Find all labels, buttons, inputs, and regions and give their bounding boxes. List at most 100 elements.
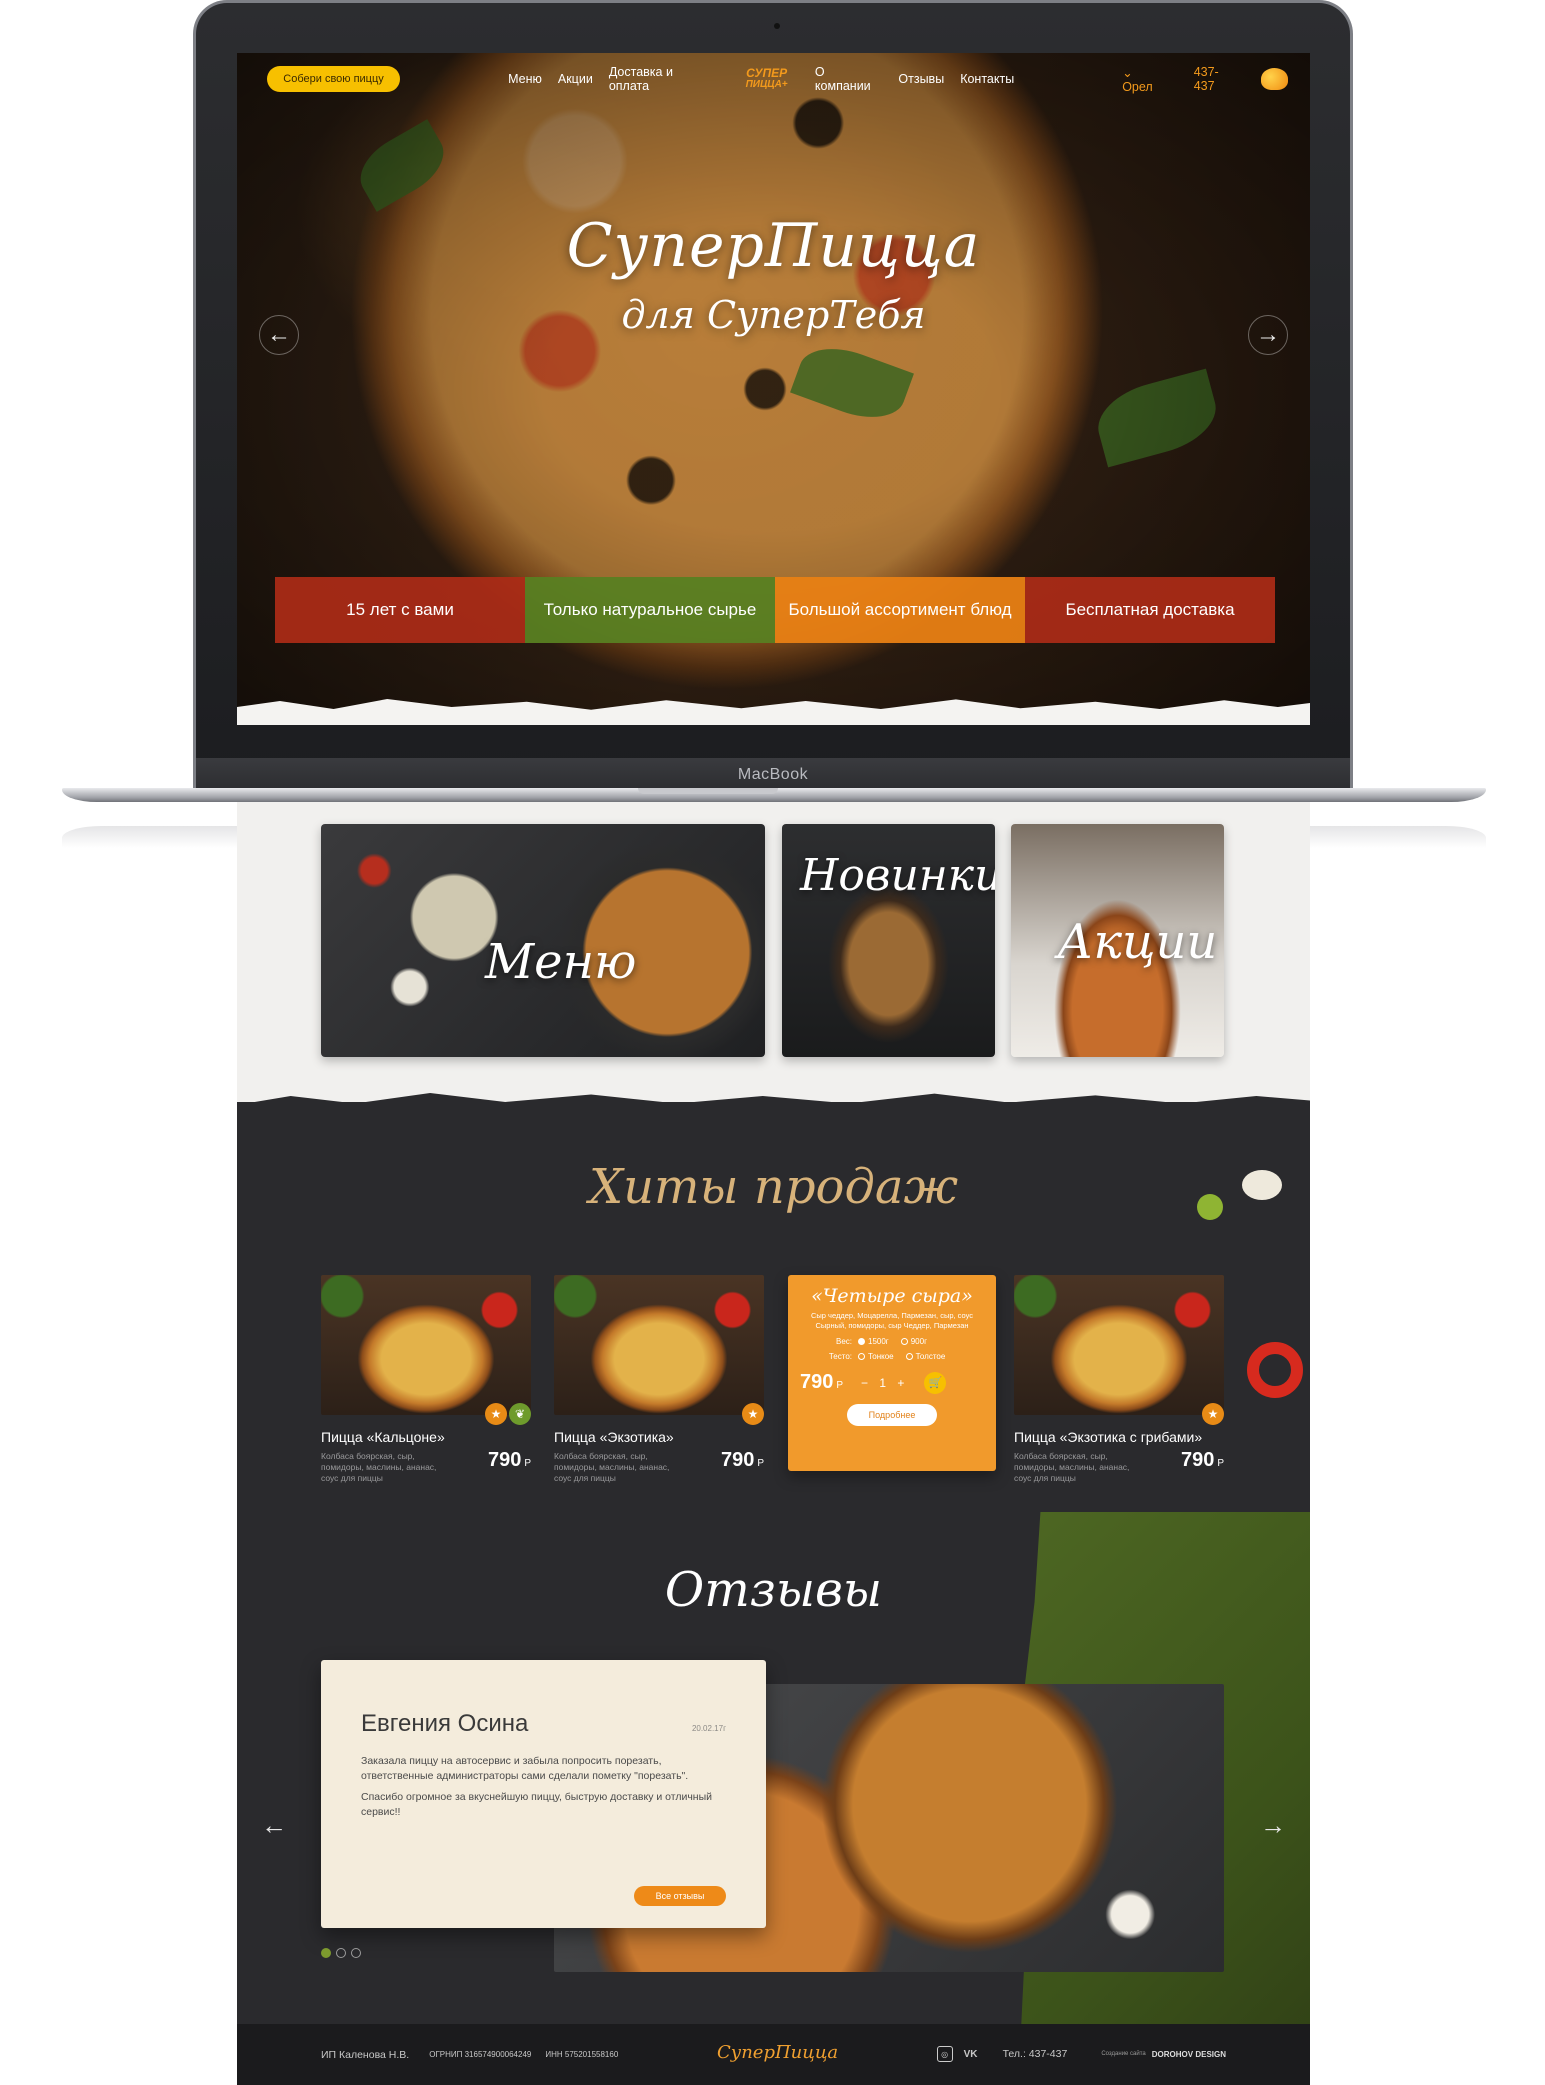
- price-currency: Р: [1217, 1458, 1224, 1469]
- arrow-left-icon[interactable]: ←: [259, 315, 299, 355]
- review-date: 20.02.17г: [691, 1724, 726, 1733]
- product-name[interactable]: Пицца «Кальцоне»: [321, 1429, 531, 1445]
- star-icon: ★: [485, 1403, 507, 1425]
- dough-option-label: Тонкое: [868, 1352, 894, 1361]
- product-image[interactable]: [1014, 1275, 1224, 1415]
- footer-company: ИП Каленова Н.В.: [321, 2048, 410, 2061]
- price-value: 790: [487, 1449, 522, 1471]
- product-card[interactable]: ★ Пицца «Экзотика с грибами» Колбаса боя…: [1014, 1275, 1224, 1484]
- pagination-dot[interactable]: [321, 1948, 331, 1958]
- star-icon: ★: [1202, 1403, 1224, 1425]
- category-menu-card[interactable]: Меню: [321, 824, 765, 1057]
- features-bar: 15 лет с вами Только натуральное сырье Б…: [275, 577, 1275, 643]
- laptop-chin: MacBook: [196, 758, 1350, 788]
- category-new-card[interactable]: Новинки: [782, 824, 995, 1057]
- price-value: 790: [800, 1371, 834, 1393]
- studio-link[interactable]: DOROHOV DESIGN: [1152, 2050, 1226, 2059]
- weight-option-label: 1500г: [868, 1337, 889, 1346]
- all-reviews-button[interactable]: Все отзывы: [634, 1886, 726, 1906]
- review-paragraph: Спасибо огромное за вкуснейшую пиццу, бы…: [361, 1791, 713, 1818]
- feature-delivery: Бесплатная доставка: [1025, 577, 1275, 643]
- footer-right: ◎ VK Тел.: 437-437 Создание сайта DOROHO…: [936, 2046, 1226, 2062]
- city-selector[interactable]: ⌄ Орел: [1122, 65, 1166, 94]
- price-currency: Р: [524, 1458, 531, 1469]
- city-name: Орел: [1122, 79, 1153, 94]
- feature-assortment: Большой ассортимент блюд: [775, 577, 1025, 643]
- weight-option-label: 900г: [910, 1337, 927, 1346]
- radio-icon: [900, 1338, 908, 1345]
- made-by-label: Создание сайта: [1101, 2050, 1146, 2057]
- dough-option-thick[interactable]: Толстое: [905, 1352, 945, 1361]
- nav-promotions[interactable]: Акции: [558, 72, 593, 86]
- nav-reviews[interactable]: Отзывы: [898, 72, 944, 86]
- page-continuation: Меню Новинки Акции Хиты продаж ★ ❦ Пицца…: [237, 802, 1310, 2085]
- price-value: 790: [720, 1449, 755, 1471]
- logo-line1: СУПЕР: [746, 66, 788, 80]
- price-value: 790: [1180, 1449, 1215, 1471]
- dough-option-thin[interactable]: Тонкое: [858, 1352, 894, 1361]
- laptop-notch: [638, 788, 778, 794]
- product-name[interactable]: Пицца «Экзотика с грибами»: [1014, 1429, 1224, 1445]
- review-header: Евгения Осина 20.02.17г: [361, 1710, 726, 1738]
- category-menu-label: Меню: [485, 934, 637, 990]
- nav-menu[interactable]: Меню: [508, 72, 542, 86]
- product-image[interactable]: [321, 1275, 531, 1415]
- product-card[interactable]: ★ ❦ Пицца «Кальцоне» Колбаса боярская, с…: [321, 1275, 531, 1484]
- camera: [774, 23, 780, 29]
- cart-icon[interactable]: [1260, 68, 1288, 90]
- details-button[interactable]: Подробнее: [847, 1404, 937, 1426]
- vk-icon[interactable]: VK: [963, 2046, 979, 2062]
- price-currency: Р: [836, 1380, 844, 1391]
- nav-delivery[interactable]: Доставка и оплата: [609, 65, 715, 93]
- product-name[interactable]: Пицца «Экзотика»: [554, 1429, 764, 1445]
- featured-product-card[interactable]: «Четыре сыра» Сыр чеддер, Моцарелла, Пар…: [788, 1275, 996, 1471]
- footer: ИП Каленова Н.В. ОГРНИП 316574900064249 …: [237, 2024, 1310, 2085]
- featured-title: «Четыре сыра»: [811, 1285, 973, 1307]
- feature-years: 15 лет с вами: [275, 577, 525, 643]
- top-navigation: Собери свою пиццу Меню Акции Доставка и …: [267, 63, 1288, 95]
- featured-description: Сыр чеддер, Моцарелла, Пармезан, сыр, со…: [810, 1311, 974, 1330]
- category-sale-card[interactable]: Акции: [1011, 824, 1224, 1057]
- nav-about[interactable]: О компании: [815, 65, 882, 93]
- weight-options: Вес: 1500г 900г: [800, 1337, 984, 1346]
- hits-title: Хиты продаж: [588, 1159, 959, 1215]
- product-price: 790 Р: [1181, 1449, 1224, 1472]
- add-to-cart-icon[interactable]: 🛒: [924, 1371, 947, 1394]
- product-card[interactable]: ★ Пицца «Экзотика» Колбаса боярская, сыр…: [554, 1275, 764, 1484]
- arrow-left-icon[interactable]: ←: [261, 1810, 287, 1841]
- product-price: 790 Р: [488, 1449, 531, 1472]
- dough-options: Тесто: Тонкое Толстое: [800, 1352, 984, 1361]
- featured-price: 790 Р: [800, 1371, 843, 1394]
- mushroom-decoration: [1242, 1170, 1282, 1200]
- pagination-dot[interactable]: [351, 1948, 361, 1958]
- instagram-icon[interactable]: ◎: [936, 2046, 953, 2062]
- radio-icon: [858, 1353, 865, 1360]
- logo-line2: ПИЦЦА+: [745, 79, 788, 90]
- olive-decoration: [1197, 1194, 1223, 1220]
- product-image[interactable]: [554, 1275, 764, 1415]
- weight-option-large[interactable]: 1500г: [858, 1337, 889, 1346]
- pepper-decoration: [1247, 1342, 1303, 1398]
- arrow-right-icon[interactable]: →: [1260, 1810, 1286, 1841]
- radio-icon: [905, 1353, 913, 1360]
- weight-option-small[interactable]: 900г: [900, 1337, 927, 1346]
- hero-title: СуперПицца: [566, 211, 981, 281]
- nav-contacts[interactable]: Контакты: [960, 72, 1014, 86]
- review-card: Евгения Осина 20.02.17г Заказала пиццу н…: [321, 1660, 766, 1928]
- pagination-dot[interactable]: [336, 1948, 346, 1958]
- footer-logo[interactable]: СуперПицца: [717, 2042, 838, 2063]
- quantity-stepper[interactable]: − 1 +: [861, 1376, 908, 1390]
- footer-phone[interactable]: Тел.: 437-437: [1003, 2048, 1068, 2060]
- site-logo[interactable]: СУПЕР ПИЦЦА+: [734, 66, 799, 90]
- arrow-right-icon[interactable]: →: [1248, 315, 1288, 355]
- header-phone[interactable]: 437-437: [1194, 65, 1239, 93]
- build-pizza-button[interactable]: Собери свою пиццу: [267, 66, 401, 92]
- laptop-brand: MacBook: [737, 766, 809, 783]
- product-description: Колбаса боярская, сыр, помидоры, маслины…: [1014, 1451, 1130, 1483]
- product-description: Колбаса боярская, сыр, помидоры, маслины…: [554, 1451, 670, 1483]
- dough-label: Тесто:: [828, 1352, 852, 1361]
- category-new-label: Новинки: [800, 850, 995, 901]
- leaf-icon: ❦: [509, 1403, 531, 1425]
- product-description: Колбаса боярская, сыр, помидоры, маслины…: [321, 1451, 437, 1483]
- category-sale-label: Акции: [1057, 914, 1218, 970]
